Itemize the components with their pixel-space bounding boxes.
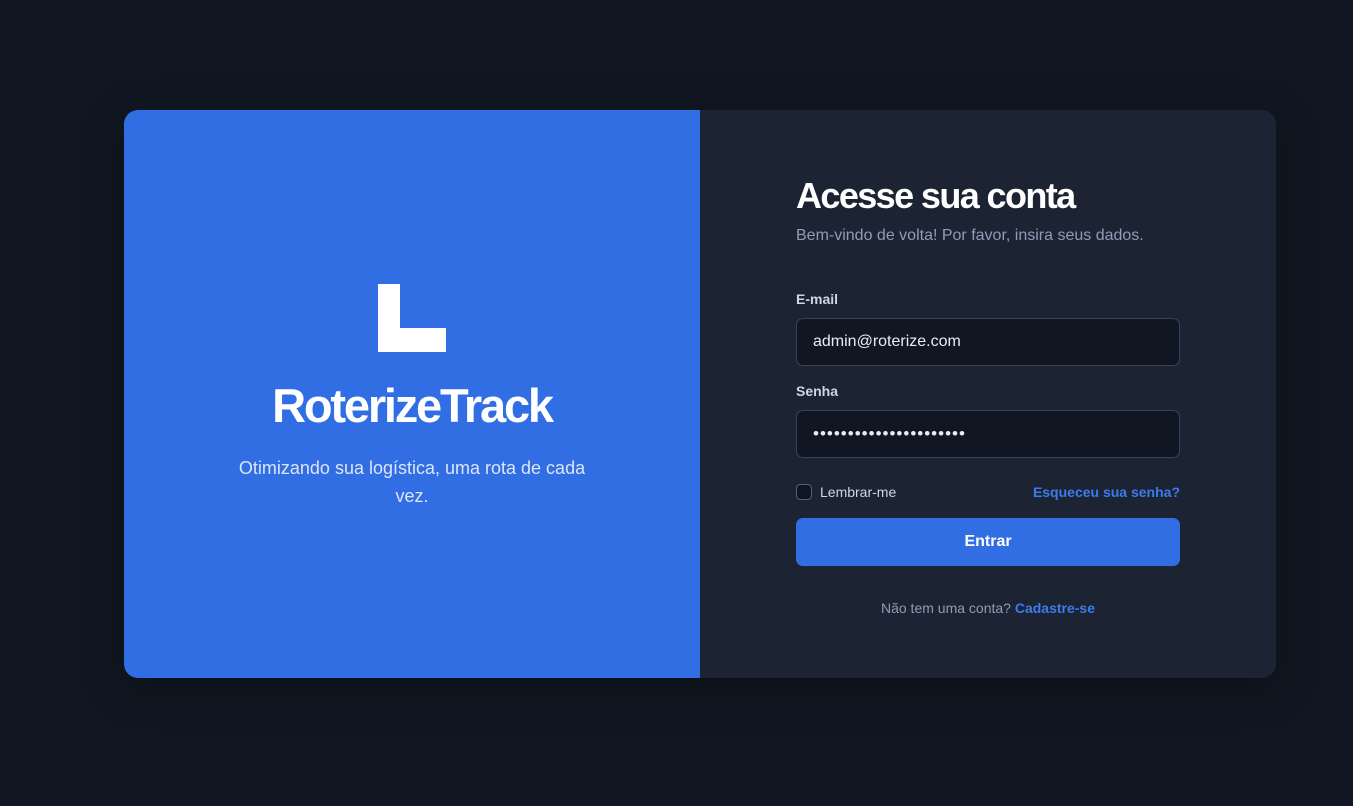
password-label: Senha xyxy=(796,383,839,399)
login-form-panel: Acesse sua conta Bem-vindo de volta! Por… xyxy=(700,110,1276,678)
remember-me-label: Lembrar-me xyxy=(820,484,897,500)
forgot-password-link[interactable]: Esqueceu sua senha? xyxy=(1033,484,1180,500)
email-field[interactable] xyxy=(796,318,1180,366)
password-field[interactable] xyxy=(796,410,1180,458)
sign-in-button[interactable]: Entrar xyxy=(796,518,1180,566)
page-title: Acesse sua conta xyxy=(796,175,1076,216)
brand-tagline: Otimizando sua logística, uma rota de ca… xyxy=(238,458,586,506)
form-options-row: Lembrar-me Esqueceu sua senha? xyxy=(796,483,1180,501)
email-label: E-mail xyxy=(796,291,839,307)
page-subtitle: Bem-vindo de volta! Por favor, insira se… xyxy=(796,227,1144,244)
remember-me-checkbox[interactable] xyxy=(796,484,812,500)
brand-name: RoterizeTrack xyxy=(272,379,554,432)
login-form: Acesse sua conta Bem-vindo de volta! Por… xyxy=(796,174,1180,616)
step-blocks-logo-icon xyxy=(378,284,446,352)
remember-me-toggle[interactable]: Lembrar-me xyxy=(796,484,896,500)
signup-link[interactable]: Cadastre-se xyxy=(1015,600,1095,616)
login-card: RoterizeTrack Otimizando sua logística, … xyxy=(124,110,1276,678)
signup-prompt: Não tem uma conta? xyxy=(880,600,1015,616)
brand-panel: RoterizeTrack Otimizando sua logística, … xyxy=(124,110,700,678)
signup-row: Não tem uma conta? Cadastre-se xyxy=(796,600,1180,616)
